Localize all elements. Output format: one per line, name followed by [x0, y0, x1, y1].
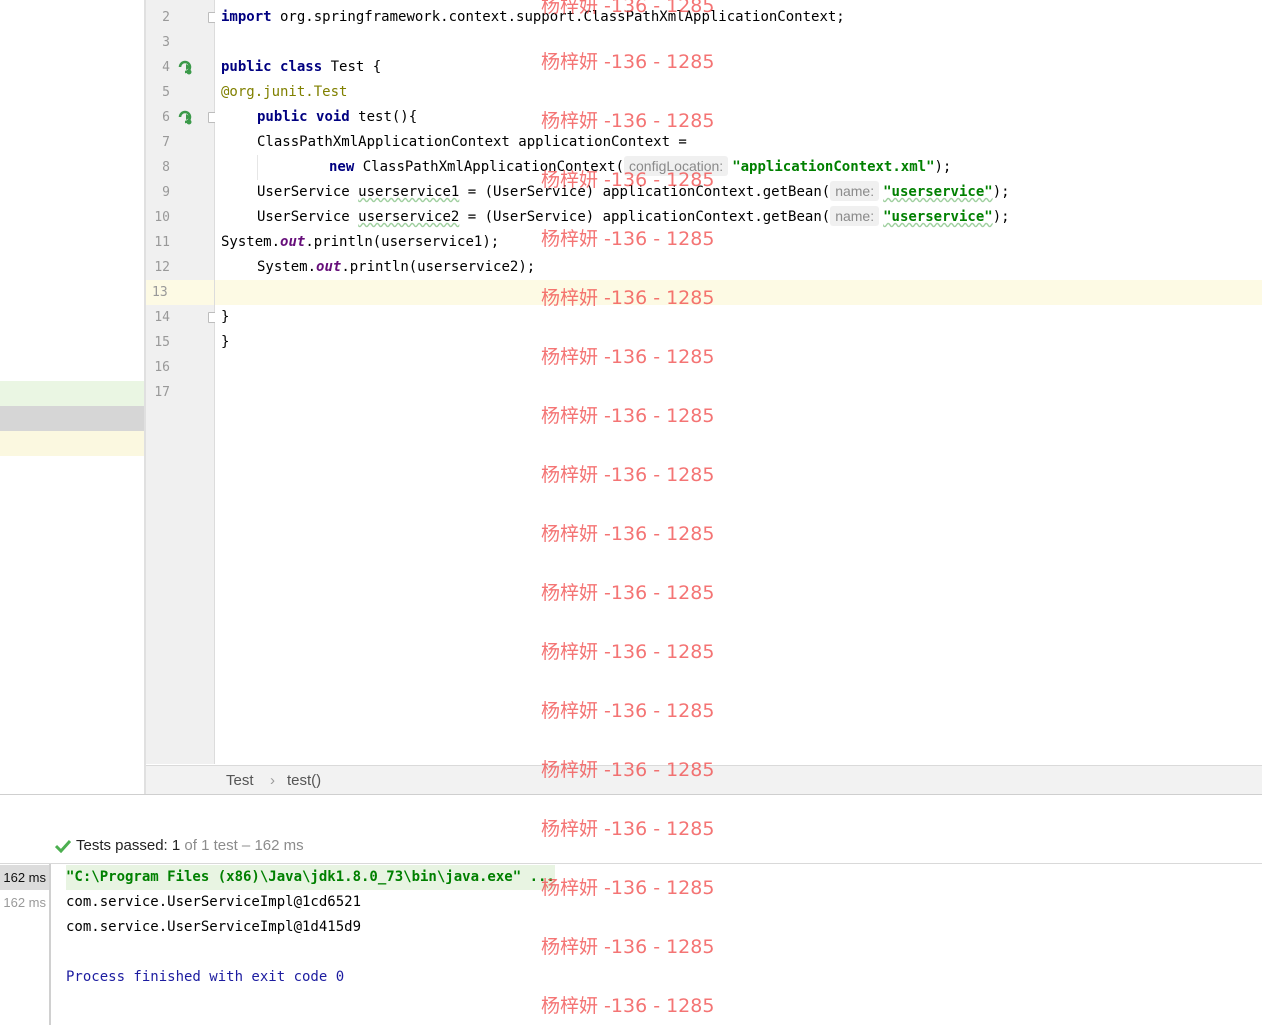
indent-guide [257, 155, 258, 180]
test-tree-row[interactable]: 162 ms [0, 865, 49, 890]
run-test-icon[interactable] [177, 109, 193, 125]
code-line-4: public class Test { [221, 59, 382, 75]
run-test-icon[interactable] [177, 59, 193, 75]
code-line-7: ClassPathXmlApplicationContext applicati… [257, 134, 687, 150]
line-number: 15 [154, 335, 170, 350]
code-line-15: } [221, 334, 230, 350]
breadcrumb-class[interactable]: Test [226, 772, 254, 789]
line-number: 11 [154, 235, 170, 250]
project-row-selected[interactable] [0, 406, 144, 431]
console-exit-line: Process finished with exit code 0 [66, 969, 345, 985]
project-row-caret[interactable] [0, 431, 144, 456]
breadcrumb: Test › test() [146, 765, 1262, 795]
test-status-text: Tests passed: 1 of 1 test – 162 ms [76, 837, 304, 854]
console-line: com.service.UserServiceImpl@1d415d9 [66, 919, 362, 935]
breadcrumb-separator: › [270, 772, 275, 789]
line-number: 6 [162, 110, 170, 125]
line-number: 2 [162, 10, 170, 25]
line-number: 12 [154, 260, 170, 275]
parameter-hint: configLocation: [624, 156, 729, 176]
code-line-14: } [221, 309, 230, 325]
test-results-tree: 162 ms 162 ms [0, 864, 51, 1025]
check-icon [55, 839, 71, 853]
breadcrumb-method[interactable]: test() [287, 772, 321, 789]
line-number: 8 [162, 160, 170, 175]
line-number-current: 13 [146, 280, 214, 305]
code-line-8: new ClassPathXmlApplicationContext(confi… [329, 156, 952, 176]
console-output[interactable]: "C:\Program Files (x86)\Java\jdk1.8.0_73… [51, 864, 1262, 1025]
line-number: 17 [154, 385, 170, 400]
code-line-11: System.out.println(userservice1); [221, 234, 500, 250]
line-number: 4 [162, 60, 170, 75]
editor-gutter: 2 3 4 5 6 7 8 9 10 11 12 13 14 15 16 17 [146, 0, 218, 764]
run-toolbar [0, 794, 1262, 830]
code-line-2: import org.springframework.context.suppo… [221, 9, 845, 25]
line-number: 14 [154, 310, 170, 325]
test-tree-row[interactable]: 162 ms [0, 890, 49, 915]
line-number: 5 [162, 85, 170, 100]
parameter-hint: name: [830, 206, 880, 226]
code-line-5: @org.junit.Test [221, 84, 348, 100]
line-number: 16 [154, 360, 170, 375]
console-command-line: "C:\Program Files (x86)\Java\jdk1.8.0_73… [66, 865, 555, 890]
line-number: 7 [162, 135, 170, 150]
console-line: com.service.UserServiceImpl@1cd6521 [66, 894, 362, 910]
test-status-bar: Tests passed: 1 of 1 test – 162 ms [0, 829, 1262, 864]
code-editor[interactable]: import org.springframework.context.suppo… [215, 0, 1262, 764]
project-panel [0, 0, 146, 794]
caret-line-highlight [215, 280, 1262, 305]
line-number: 3 [162, 35, 170, 50]
code-line-10: UserService userservice2 = (UserService)… [257, 206, 1010, 226]
code-line-6: public void test(){ [257, 109, 418, 125]
parameter-hint: name: [830, 181, 880, 201]
line-number: 9 [162, 185, 170, 200]
project-row-highlight[interactable] [0, 381, 144, 406]
line-number: 10 [154, 210, 170, 225]
code-line-9: UserService userservice1 = (UserService)… [257, 181, 1010, 201]
code-line-12: System.out.println(userservice2); [257, 259, 536, 275]
